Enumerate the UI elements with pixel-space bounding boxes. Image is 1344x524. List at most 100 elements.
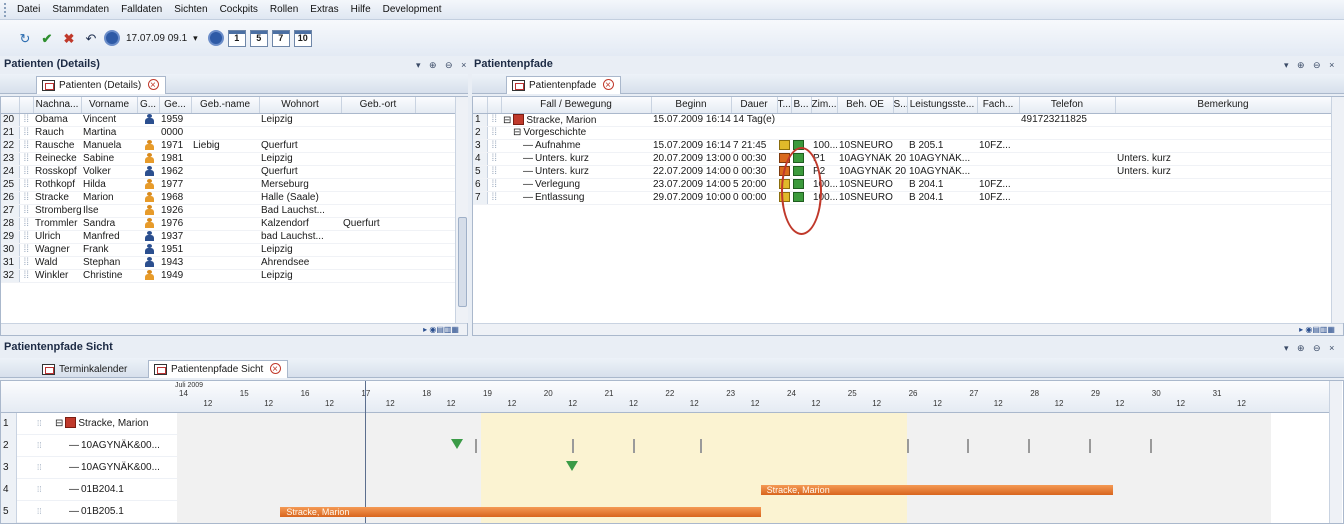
column-wohnort[interactable]: Wohnort (259, 97, 342, 114)
right-vertical-scrollbar[interactable] (1331, 97, 1344, 323)
bottom-panel-controls[interactable]: ▾ ⊕ ⊖ × (1284, 343, 1337, 354)
column-geburtsort[interactable]: Geb.-ort (341, 97, 416, 114)
toolbar-date[interactable]: 17.07.09 09.1 (124, 33, 189, 44)
table-row[interactable]: 3 ⁞⁞ — Aufnahme 15.07.2009 16:14 7 21:45 100..… (473, 139, 1331, 153)
table-row[interactable]: 21 ⁞⁞ Rauch Martina 0000 (1, 126, 455, 140)
left-panel-controls[interactable]: ▾ ⊕ ⊖ × (416, 60, 469, 71)
menu-falldaten[interactable]: Falldaten (115, 4, 168, 15)
tab-patienten-details[interactable]: Patienten (Details) (36, 76, 167, 94)
gantt-bar[interactable]: Stracke, Marion (280, 507, 761, 517)
appointment-marker-icon[interactable] (450, 439, 463, 449)
gantt-row[interactable]: 4 ⁞⁞ —01B204.1 (1, 479, 177, 501)
nav-buttons-icon[interactable]: ▸ ◉▤▥▦ (1299, 325, 1335, 334)
menu-cockpits[interactable]: Cockpits (214, 4, 264, 15)
column-beh-oe[interactable]: Beh. OE (837, 97, 894, 114)
table-row[interactable]: 22 ⁞⁞ Rausche Manuela 1971 Liebig Querfurt (1, 139, 455, 153)
table-row[interactable]: 4 ⁞⁞ — Unters. kurz 20.07.2009 13:00 0 00:30 P… (473, 152, 1331, 166)
column-fach[interactable]: Fach... (977, 97, 1020, 114)
back-icon[interactable]: ↶ (82, 29, 100, 47)
gantt-vertical-scrollbar[interactable] (1329, 381, 1342, 523)
cell-vorname: Manfred (81, 230, 137, 244)
table-row[interactable]: 5 ⁞⁞ — Unters. kurz 22.07.2009 14:00 0 00:30 P… (473, 165, 1331, 179)
calendar-1-button[interactable]: 1 (227, 29, 246, 47)
column-t[interactable]: T... (777, 97, 792, 114)
column-b[interactable]: B... (791, 97, 812, 114)
column-fall-bewegung[interactable]: Fall / Bewegung (501, 97, 652, 114)
drag-handle: ⁞⁞ (19, 204, 33, 218)
column-leistungsstelle[interactable]: Leistungsste... (907, 97, 978, 114)
nav-buttons-icon[interactable]: ▸ ◉▤▥▦ (423, 325, 459, 334)
right-panel-controls[interactable]: ▾ ⊕ ⊖ × (1284, 60, 1337, 71)
column-beginn[interactable]: Beginn (651, 97, 732, 114)
scroll-thumb[interactable] (458, 217, 467, 307)
column-bemerkung[interactable]: Bemerkung (1115, 97, 1332, 114)
column-vorname[interactable]: Vorname (81, 97, 138, 114)
calendar-7-button[interactable]: 7 (271, 29, 290, 47)
menu-development[interactable]: Development (377, 4, 448, 15)
clock-icon[interactable] (104, 30, 120, 46)
cell-zimmer (811, 113, 837, 127)
table-row[interactable]: 2 ⁞⁞ ⊟ Vorgeschichte (473, 126, 1331, 140)
table-row[interactable]: 24 ⁞⁞ Rosskopf Volker 1962 Querfurt (1, 165, 455, 179)
tree-expander-icon[interactable]: ⊟ (55, 418, 63, 429)
column-nachname[interactable]: Nachna... (33, 97, 82, 114)
table-row[interactable]: 6 ⁞⁞ — Verlegung 23.07.2009 14:00 5 20:00 100.… (473, 178, 1331, 192)
column-telefon[interactable]: Telefon (1019, 97, 1116, 114)
calendar-5-button[interactable]: 5 (249, 29, 268, 47)
drag-handle[interactable]: ⁞⁞ (37, 479, 41, 501)
column-dauer[interactable]: Dauer (731, 97, 778, 114)
gantt-row[interactable]: 5 ⁞⁞ —01B205.1 (1, 501, 177, 523)
column-s[interactable]: S... (893, 97, 908, 114)
confirm-icon[interactable]: ✔ (38, 29, 56, 47)
tab-patientenpfade[interactable]: Patientenpfade (506, 76, 622, 94)
table-row[interactable]: 25 ⁞⁞ Rothkopf Hilda 1977 Merseburg (1, 178, 455, 192)
menu-rollen[interactable]: Rollen (264, 4, 304, 15)
appointment-marker-icon[interactable] (566, 461, 579, 471)
column-geburtsname[interactable]: Geb.-name (191, 97, 260, 114)
delete-icon[interactable]: ✖ (60, 29, 78, 47)
tab-patientenpfade-sicht[interactable]: Patientenpfade Sicht (148, 360, 289, 378)
pathways-body: 1 ⁞⁞ ⊟ Stracke, Marion 15.07.2009 16:14 14 Ta… (473, 113, 1331, 205)
menu-sichten[interactable]: Sichten (168, 4, 213, 15)
drag-handle[interactable]: ⁞⁞ (37, 457, 41, 479)
close-icon[interactable] (270, 361, 282, 378)
close-icon[interactable] (148, 77, 160, 94)
table-row[interactable]: 32 ⁞⁞ Winkler Christine 1949 Leipzig (1, 269, 455, 283)
table-row[interactable]: 31 ⁞⁞ Wald Stephan 1943 Ahrendsee (1, 256, 455, 270)
tab-terminkalender[interactable]: Terminkalender (36, 360, 134, 378)
drag-handle[interactable]: ⁞⁞ (37, 435, 41, 457)
menu-hilfe[interactable]: Hilfe (345, 4, 377, 15)
drag-handle[interactable]: ⁞⁞ (37, 413, 41, 435)
table-row[interactable]: 20 ⁞⁞ Obama Vincent 1959 Leipzig (1, 113, 455, 127)
column-geschlecht[interactable]: G... (137, 97, 160, 114)
table-row[interactable]: 1 ⁞⁞ ⊟ Stracke, Marion 15.07.2009 16:14 14 Ta… (473, 113, 1331, 127)
table-row[interactable]: 26 ⁞⁞ Stracke Marion 1968 Halle (Saale) (1, 191, 455, 205)
table-row[interactable]: 29 ⁞⁞ Ulrich Manfred 1937 bad Lauchst... (1, 230, 455, 244)
tree-expander-icon[interactable]: ⊟ (503, 115, 511, 126)
clock-icon[interactable] (207, 30, 224, 46)
right-horizontal-scrollbar[interactable]: ▸ ◉▤▥▦ (473, 323, 1343, 335)
menu-extras[interactable]: Extras (304, 4, 344, 15)
table-row[interactable]: 28 ⁞⁞ Trommler Sandra 1976 Kalzendorf Querfurt (1, 217, 455, 231)
tree-expander-icon[interactable]: ⊟ (513, 127, 521, 138)
gantt-row[interactable]: 1 ⁞⁞ ⊟ Stracke, Marion (1, 413, 177, 435)
menu-datei[interactable]: Datei (11, 4, 46, 15)
table-row[interactable]: 23 ⁞⁞ Reinecke Sabine 1981 Leipzig (1, 152, 455, 166)
table-row[interactable]: 27 ⁞⁞ Stromberg Ilse 1926 Bad Lauchst... (1, 204, 455, 218)
cell-nachname: Winkler (33, 269, 81, 283)
menu-stammdaten[interactable]: Stammdaten (46, 4, 115, 15)
left-horizontal-scrollbar[interactable]: ▸ ◉▤▥▦ (1, 323, 467, 335)
drag-handle[interactable]: ⁞⁞ (37, 501, 41, 523)
chevron-down-icon[interactable]: ▾ (193, 33, 198, 44)
gantt-bar[interactable]: Stracke, Marion (760, 485, 1114, 495)
table-row[interactable]: 7 ⁞⁞ — Entlassung 29.07.2009 10:00 0 00:00 100… (473, 191, 1331, 205)
table-row[interactable]: 30 ⁞⁞ Wagner Frank 1951 Leipzig (1, 243, 455, 257)
gantt-row[interactable]: 3 ⁞⁞ —10AGYNÄK&00... (1, 457, 177, 479)
gantt-row[interactable]: 2 ⁞⁞ —10AGYNÄK&00... (1, 435, 177, 457)
left-vertical-scrollbar[interactable] (455, 97, 468, 323)
close-icon[interactable] (603, 77, 615, 94)
refresh-icon[interactable]: ↻ (16, 29, 34, 47)
column-geburtsjahr[interactable]: Ge... (159, 97, 192, 114)
column-zimmer[interactable]: Zim... (811, 97, 838, 114)
calendar-10-button[interactable]: 10 (293, 29, 312, 47)
